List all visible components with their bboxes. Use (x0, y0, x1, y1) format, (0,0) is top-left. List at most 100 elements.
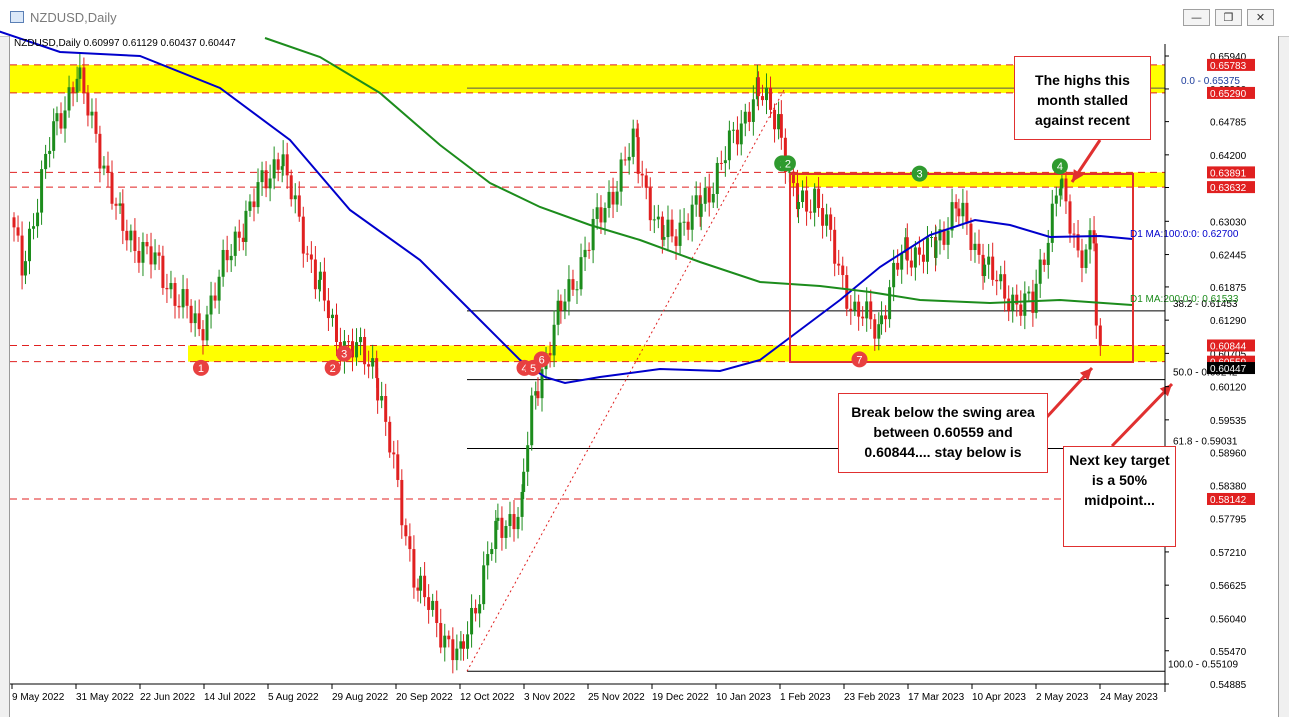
candle-body (470, 607, 474, 635)
date-tick-label: 2 May 2023 (1036, 692, 1089, 703)
candle-body (12, 217, 16, 228)
candle-body (213, 295, 217, 301)
candle-body (703, 187, 707, 204)
candle-body (431, 600, 435, 610)
candle-body (125, 230, 129, 241)
candle-body (987, 256, 991, 265)
candle-body (1060, 178, 1064, 189)
candle-body (293, 195, 297, 200)
date-tick-label: 22 Jun 2022 (140, 692, 195, 703)
swing-marker-label: 3 (341, 349, 347, 361)
candle-body (229, 255, 233, 261)
candle-body (595, 207, 599, 219)
candle-body (1038, 259, 1042, 284)
chart-symbol-info: NZDUSD,Daily 0.60997 0.61129 0.60437 0.6… (14, 38, 236, 49)
swing-marker-label: 6 (539, 354, 545, 366)
candle-body (853, 301, 857, 311)
candle-body (522, 471, 526, 492)
candle-body (478, 604, 482, 614)
candle-body (459, 641, 463, 649)
candle-body (145, 242, 149, 247)
candle-body (865, 301, 869, 319)
candle-body (508, 514, 512, 527)
candle-body (435, 600, 439, 624)
candle-body (735, 129, 739, 145)
candle-body (264, 170, 268, 189)
candle-body (396, 454, 400, 480)
price-tick-label: 0.60120 (1210, 383, 1247, 394)
candle-body (201, 329, 205, 341)
candle-body (805, 190, 809, 212)
candle-body (611, 191, 615, 205)
candle-body (957, 208, 961, 217)
candle-body (686, 221, 690, 230)
candle-body (1042, 259, 1046, 265)
date-tick-label: 31 May 2022 (76, 692, 134, 703)
candle-body (1064, 178, 1068, 202)
candle-body (652, 219, 656, 221)
candle-body (447, 635, 451, 640)
candle-body (934, 240, 938, 258)
candle-body (1068, 201, 1072, 234)
candle-body (769, 87, 773, 110)
candle-body (1015, 294, 1019, 305)
candle-body (627, 156, 631, 161)
candle-body (711, 193, 715, 203)
price-tick-label: 0.59535 (1210, 416, 1247, 427)
candle-body (917, 247, 921, 255)
candle-body (90, 111, 94, 116)
price-tick-label: 0.54885 (1210, 680, 1247, 691)
candle-body (376, 378, 380, 401)
candle-body (739, 123, 743, 145)
price-tag-0.60844-label: 0.60844 (1210, 341, 1247, 352)
candle-body (114, 203, 118, 206)
candle-body (764, 87, 768, 101)
candle-body (969, 223, 973, 251)
candle-body (837, 263, 841, 266)
candle-body (169, 283, 173, 290)
candle-body (921, 254, 925, 262)
candle-body (579, 257, 583, 290)
candle-body (797, 202, 801, 210)
candle-body (575, 289, 579, 291)
swing-marker-label: 2 (785, 158, 791, 170)
candle-body (707, 187, 711, 203)
candle-body (408, 536, 412, 550)
candle-body (587, 249, 591, 251)
candle-body (925, 237, 929, 262)
candle-body (233, 231, 237, 256)
candle-body (829, 214, 833, 230)
candle-body (567, 279, 571, 302)
candle-body (929, 237, 933, 239)
candle-body (877, 324, 881, 339)
candle-body (801, 190, 805, 203)
candle-body (756, 77, 760, 97)
candle-body (500, 517, 504, 538)
candle-body (530, 395, 534, 446)
candle-body (1003, 274, 1007, 299)
candle-body (640, 173, 644, 176)
candle-body (309, 254, 313, 260)
candle-body (743, 111, 747, 124)
swing-marker-label: 4 (1057, 161, 1063, 173)
candle-body (141, 242, 145, 263)
candle-body (451, 639, 455, 661)
candle-body (392, 452, 396, 455)
candle-body (272, 159, 276, 179)
candle-body (849, 308, 853, 311)
candle-body (644, 175, 648, 188)
candle-body (845, 275, 849, 309)
annotation-next-target: Next key target is a 50% midpoint... (1063, 446, 1176, 547)
price-tag-0.65290-label: 0.65290 (1210, 89, 1247, 100)
candle-body (516, 516, 520, 530)
candle-body (809, 211, 813, 213)
candle-body (884, 315, 888, 320)
candle-body (330, 314, 334, 319)
candle-body (670, 219, 674, 237)
candle-body (880, 315, 884, 325)
price-tick-label: 0.63030 (1210, 217, 1247, 228)
candle-body (1084, 249, 1088, 268)
candle-body (78, 67, 82, 79)
candle-body (157, 252, 161, 256)
price-tag-0.63632-label: 0.63632 (1210, 183, 1247, 194)
